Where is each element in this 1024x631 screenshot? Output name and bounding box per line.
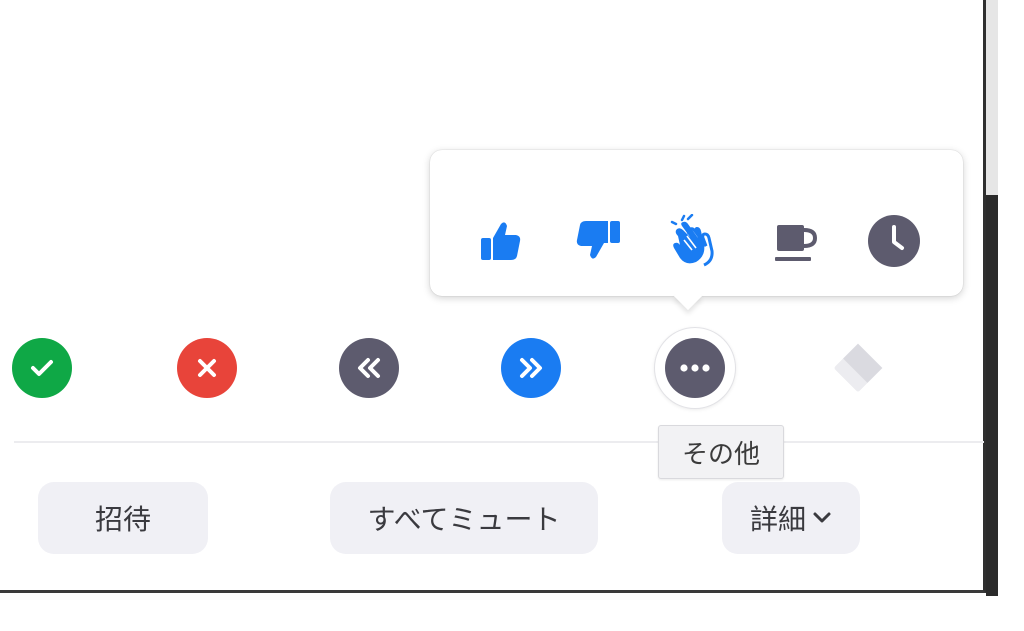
- x-icon: [198, 359, 216, 377]
- reaction-clap[interactable]: [667, 213, 723, 269]
- more-button[interactable]: [665, 338, 725, 398]
- mute-all-button-label: すべてミュート: [367, 503, 561, 536]
- window-edge: [986, 195, 998, 596]
- reaction-thumbs-down[interactable]: [570, 213, 626, 269]
- scrollbar-track[interactable]: [986, 0, 998, 195]
- reaction-away[interactable]: [866, 213, 922, 269]
- thumbs-up-icon: [481, 222, 521, 260]
- clear-button[interactable]: [828, 338, 888, 398]
- double-chevron-right-icon: [520, 358, 542, 378]
- more-options-button[interactable]: 詳細: [722, 482, 860, 554]
- participants-panel-screen: その他 招待 すべてミュート 詳細: [0, 0, 1024, 631]
- go-faster-button[interactable]: [501, 338, 561, 398]
- go-slower-button[interactable]: [339, 338, 399, 398]
- thumbs-down-icon: [576, 221, 620, 259]
- clock-icon: [868, 215, 920, 267]
- more-tooltip: その他: [658, 425, 784, 479]
- reaction-thumbs-up[interactable]: [471, 213, 527, 269]
- more-tooltip-label: その他: [681, 439, 760, 470]
- yes-button[interactable]: [12, 338, 72, 398]
- double-chevron-left-icon: [358, 358, 380, 378]
- invite-button-label: 招待: [94, 503, 151, 536]
- chevron-down-icon: [812, 511, 832, 525]
- eraser-icon: [834, 343, 883, 392]
- check-icon: [31, 360, 53, 376]
- coffee-cup-icon: [775, 225, 818, 261]
- clapping-hands-icon: [670, 214, 714, 267]
- divider: [14, 441, 984, 443]
- no-button[interactable]: [177, 338, 237, 398]
- invite-button[interactable]: 招待: [38, 482, 208, 554]
- more-dots-icon: [680, 364, 710, 372]
- more-options-button-label: 詳細: [749, 503, 806, 536]
- reaction-coffee[interactable]: [767, 213, 823, 269]
- mute-all-button[interactable]: すべてミュート: [330, 482, 598, 554]
